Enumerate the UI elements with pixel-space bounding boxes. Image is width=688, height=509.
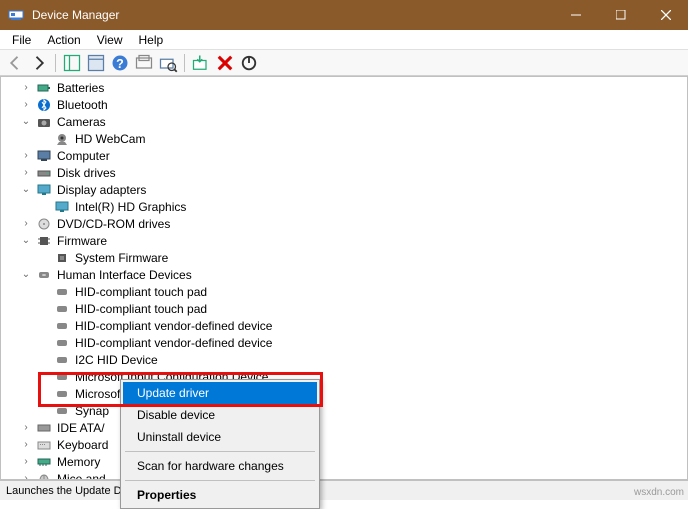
ide-icon xyxy=(36,420,52,436)
mouse-icon xyxy=(36,471,52,481)
expand-icon[interactable]: › xyxy=(19,149,33,163)
tree-item-hidvendor2[interactable]: HID-compliant vendor-defined device xyxy=(1,334,687,351)
tree-item-synap[interactable]: Synap xyxy=(1,402,687,419)
toolbar: ? xyxy=(0,50,688,76)
menu-file[interactable]: File xyxy=(4,31,39,49)
collapse-icon[interactable]: ⌄ xyxy=(19,268,33,282)
status-bar: Launches the Update Driver Wizard for th… xyxy=(0,480,688,500)
collapse-icon[interactable]: ⌄ xyxy=(19,234,33,248)
close-button[interactable] xyxy=(643,0,688,30)
webcam-icon xyxy=(54,131,70,147)
battery-icon xyxy=(36,80,52,96)
hid-icon xyxy=(54,352,70,368)
forward-button[interactable] xyxy=(28,52,50,74)
hid-icon xyxy=(36,267,52,283)
hid-icon xyxy=(54,369,70,385)
disable-button[interactable] xyxy=(238,52,260,74)
uninstall-button[interactable] xyxy=(214,52,236,74)
svg-text:?: ? xyxy=(116,57,124,71)
context-uninstall-device[interactable]: Uninstall device xyxy=(123,426,317,448)
tree-item-display[interactable]: ⌄Display adapters xyxy=(1,181,687,198)
dvd-icon xyxy=(36,216,52,232)
help-button[interactable]: ? xyxy=(109,52,131,74)
scan-button[interactable] xyxy=(157,52,179,74)
app-icon xyxy=(8,7,24,23)
update-driver-button[interactable] xyxy=(190,52,212,74)
hid-icon xyxy=(54,284,70,300)
expand-icon[interactable]: › xyxy=(19,166,33,180)
tree-item-dvdcd[interactable]: ›DVD/CD-ROM drives xyxy=(1,215,687,232)
show-hide-console-tree-button[interactable] xyxy=(61,52,83,74)
expand-icon[interactable]: › xyxy=(19,217,33,231)
hid-icon xyxy=(54,403,70,419)
device-tree[interactable]: ›Batteries ›Bluetooth ⌄Cameras HD WebCam… xyxy=(0,76,688,480)
tree-item-keyboard[interactable]: ›Keyboard xyxy=(1,436,687,453)
computer-icon xyxy=(36,148,52,164)
chip-icon xyxy=(54,250,70,266)
context-menu: Update driver Disable device Uninstall d… xyxy=(120,379,320,509)
hid-icon xyxy=(54,335,70,351)
separator xyxy=(125,451,315,452)
keyboard-icon xyxy=(36,437,52,453)
expand-icon[interactable]: › xyxy=(19,421,33,435)
tree-item-ideata[interactable]: ›IDE ATA/ xyxy=(1,419,687,436)
tree-item-sysfirmware[interactable]: System Firmware xyxy=(1,249,687,266)
tree-item-cameras[interactable]: ⌄Cameras xyxy=(1,113,687,130)
properties-button[interactable] xyxy=(85,52,107,74)
expand-icon[interactable]: › xyxy=(19,81,33,95)
tree-item-msinput1[interactable]: Microsoft Input Configuration Device xyxy=(1,368,687,385)
show-hidden-button[interactable] xyxy=(133,52,155,74)
tree-item-i2chid[interactable]: I2C HID Device xyxy=(1,351,687,368)
tree-item-hidtouch2[interactable]: HID-compliant touch pad xyxy=(1,300,687,317)
collapse-icon[interactable]: ⌄ xyxy=(19,183,33,197)
camera-icon xyxy=(36,114,52,130)
app-title: Device Manager xyxy=(32,8,553,22)
tree-item-hidtouch1[interactable]: HID-compliant touch pad xyxy=(1,283,687,300)
expand-icon[interactable]: › xyxy=(19,98,33,112)
chip-icon xyxy=(36,233,52,249)
context-properties[interactable]: Properties xyxy=(123,484,317,506)
tree-item-firmware[interactable]: ⌄Firmware xyxy=(1,232,687,249)
minimize-button[interactable] xyxy=(553,0,598,30)
menu-view[interactable]: View xyxy=(89,31,131,49)
expand-icon[interactable]: › xyxy=(19,455,33,469)
tree-item-intelhd[interactable]: Intel(R) HD Graphics xyxy=(1,198,687,215)
display-icon xyxy=(36,182,52,198)
menu-bar: File Action View Help xyxy=(0,30,688,50)
hid-icon xyxy=(54,301,70,317)
hid-icon xyxy=(54,318,70,334)
tree-item-diskdrives[interactable]: ›Disk drives xyxy=(1,164,687,181)
tree-item-computer[interactable]: ›Computer xyxy=(1,147,687,164)
tree-item-bluetooth[interactable]: ›Bluetooth xyxy=(1,96,687,113)
display-icon xyxy=(54,199,70,215)
memory-icon xyxy=(36,454,52,470)
back-button[interactable] xyxy=(4,52,26,74)
context-scan-hardware[interactable]: Scan for hardware changes xyxy=(123,455,317,477)
bluetooth-icon xyxy=(36,97,52,113)
tree-item-memory[interactable]: ›Memory xyxy=(1,453,687,470)
tree-item-hdwebcam[interactable]: HD WebCam xyxy=(1,130,687,147)
disk-icon xyxy=(36,165,52,181)
context-update-driver[interactable]: Update driver xyxy=(123,382,317,404)
separator xyxy=(125,480,315,481)
hid-icon xyxy=(54,386,70,402)
watermark: wsxdn.com xyxy=(634,487,684,498)
tree-item-msinput2[interactable]: Microsoft Input Configuration Device xyxy=(1,385,687,402)
tree-item-batteries[interactable]: ›Batteries xyxy=(1,79,687,96)
expand-icon[interactable]: › xyxy=(19,472,33,481)
tree-item-hid[interactable]: ⌄Human Interface Devices xyxy=(1,266,687,283)
tree-item-hidvendor1[interactable]: HID-compliant vendor-defined device xyxy=(1,317,687,334)
maximize-button[interactable] xyxy=(598,0,643,30)
tree-item-mice[interactable]: ›Mice and xyxy=(1,470,687,480)
menu-action[interactable]: Action xyxy=(39,31,88,49)
menu-help[interactable]: Help xyxy=(131,31,172,49)
context-disable-device[interactable]: Disable device xyxy=(123,404,317,426)
expand-icon[interactable]: › xyxy=(19,438,33,452)
collapse-icon[interactable]: ⌄ xyxy=(19,115,33,129)
title-bar: Device Manager xyxy=(0,0,688,30)
